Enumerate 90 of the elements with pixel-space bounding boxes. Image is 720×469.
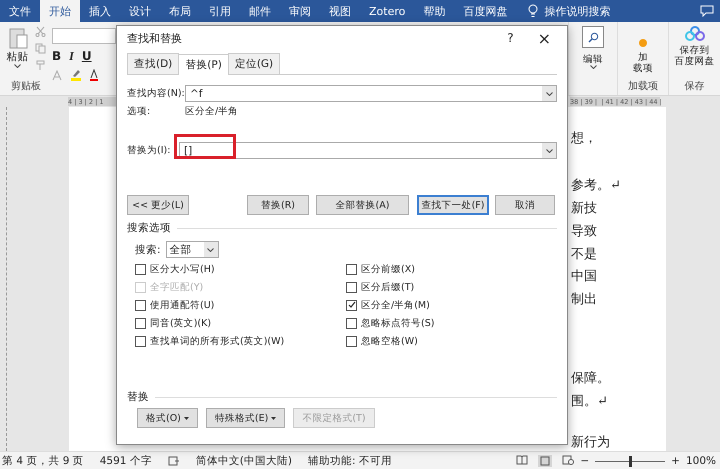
checkbox[interactable]: 使用通配符(U): [135, 298, 346, 312]
addin-icon: [638, 38, 648, 48]
dialog-button[interactable]: 取消: [495, 195, 555, 215]
paste-icon[interactable]: [8, 26, 28, 50]
accessibility-status[interactable]: 辅助功能: 不可用: [308, 454, 392, 468]
proofing-icon[interactable]: [168, 456, 180, 466]
field-label: 替换为(I):: [127, 144, 172, 157]
comment-icon[interactable]: [700, 5, 714, 17]
caret-icon: [14, 64, 21, 68]
checkbox[interactable]: 查找单词的所有形式(英文)(W): [135, 334, 346, 348]
dialog-title: 查找和替换: [127, 30, 182, 46]
search-icon: [588, 32, 598, 42]
field-label: 选项:: [127, 105, 152, 118]
dialog-button[interactable]: 查找下一处(F): [417, 195, 489, 215]
tell-me-search[interactable]: 操作说明搜索: [544, 4, 610, 18]
ribbon-tab[interactable]: 百度网盘: [454, 0, 516, 22]
document-text: 不是: [571, 245, 597, 262]
ribbon-tab[interactable]: 布局: [160, 0, 200, 22]
print-layout-icon[interactable]: [538, 455, 552, 467]
lightbulb-icon: [528, 4, 538, 18]
language-status[interactable]: 简体中文(中国大陆): [196, 454, 292, 468]
options-value: 区分全/半角: [185, 105, 238, 118]
section-title: 替换: [127, 390, 149, 404]
font-color-icon[interactable]: [90, 69, 98, 81]
cloud-icon: [684, 26, 706, 42]
find-field[interactable]: ^f: [185, 85, 557, 102]
zoom-in-button[interactable]: +: [671, 455, 680, 467]
ribbon-tab[interactable]: 帮助: [414, 0, 454, 22]
format-button[interactable]: 格式(O): [137, 408, 198, 428]
checkbox[interactable]: 同音(英文)(K): [135, 316, 346, 330]
ribbon-tab[interactable]: 文件: [0, 0, 40, 22]
font-style-button[interactable]: B: [52, 49, 62, 64]
document-text: 围。↵: [571, 392, 608, 409]
checkbox[interactable]: 区分后缀(T): [346, 280, 557, 294]
checkbox[interactable]: 忽略空格(W): [346, 334, 557, 348]
page-count[interactable]: 第 4 页，共 9 页: [2, 454, 84, 468]
zoom-out-button[interactable]: −: [580, 455, 590, 467]
ribbon-tab[interactable]: 视图: [320, 0, 360, 22]
font-style-button[interactable]: U: [82, 49, 92, 64]
ribbon-tab[interactable]: 审阅: [280, 0, 320, 22]
checkbox[interactable]: 区分全/半角(M): [346, 298, 557, 312]
dialog-tab[interactable]: 替换(P): [178, 54, 229, 75]
group-label: 剪贴板: [11, 80, 41, 93]
read-mode-icon[interactable]: [516, 455, 528, 465]
format-button[interactable]: 特殊格式(E): [206, 408, 286, 428]
document-text: 新技: [571, 199, 597, 216]
ribbon-tab[interactable]: 开始: [40, 0, 80, 22]
document-text: 想，: [571, 129, 597, 146]
close-button[interactable]: ×: [538, 28, 551, 48]
zoom-level[interactable]: 100%: [686, 455, 716, 467]
replace-field[interactable]: []: [179, 142, 557, 159]
ribbon-tab[interactable]: 邮件: [240, 0, 280, 22]
word-count[interactable]: 4591 个字: [100, 454, 152, 468]
dialog-tab[interactable]: 查找(D): [127, 53, 180, 74]
dialog-tab[interactable]: 定位(G): [228, 53, 280, 74]
ribbon-tab[interactable]: 引用: [200, 0, 240, 22]
dialog-button[interactable]: 替换(R): [247, 195, 309, 215]
checkbox[interactable]: 区分前缀(X): [346, 262, 557, 276]
dialog-button[interactable]: << 更少(L): [127, 195, 189, 215]
editing-button[interactable]: 编辑: [583, 54, 603, 66]
field-label: 查找内容(N):: [127, 87, 185, 100]
document-text: 新行为: [571, 433, 610, 450]
checkbox[interactable]: 忽略标点符号(S): [346, 316, 557, 330]
dialog-button[interactable]: 全部替换(A): [316, 195, 409, 215]
font-style-button[interactable]: I: [69, 49, 74, 64]
group-label: 保存: [684, 80, 704, 93]
font-name-field[interactable]: [52, 28, 116, 44]
document-text: 制出: [571, 290, 597, 307]
document-text: 导致: [571, 222, 597, 239]
group-label: 加载项: [628, 80, 658, 93]
checkmark-icon: [348, 301, 356, 309]
ribbon-tab[interactable]: Zotero: [360, 0, 414, 22]
document-text: 中国: [571, 267, 597, 284]
ribbon-tab[interactable]: 插入: [80, 0, 120, 22]
checkbox[interactable]: 区分大小写(H): [135, 262, 346, 276]
addins-button[interactable]: 加 载项: [633, 52, 653, 75]
ribbon-tab[interactable]: 设计: [120, 0, 160, 22]
paste-label[interactable]: 粘贴: [6, 50, 28, 64]
save-to-cloud-button[interactable]: 保存到 百度网盘: [674, 45, 714, 68]
web-layout-icon[interactable]: [562, 455, 574, 465]
slider-thumb[interactable]: [629, 456, 632, 466]
document-text: 参考。↵: [571, 176, 621, 193]
caret-icon: [590, 65, 596, 70]
highlighter-icon[interactable]: [70, 69, 82, 81]
field-label: 搜索:: [135, 242, 161, 256]
find-button[interactable]: [582, 26, 604, 48]
help-button[interactable]: ?: [507, 31, 514, 45]
search-direction-dropdown[interactable]: 全部: [166, 241, 219, 258]
section-title: 搜索选项: [127, 221, 171, 235]
document-text: 保障。: [571, 369, 610, 386]
